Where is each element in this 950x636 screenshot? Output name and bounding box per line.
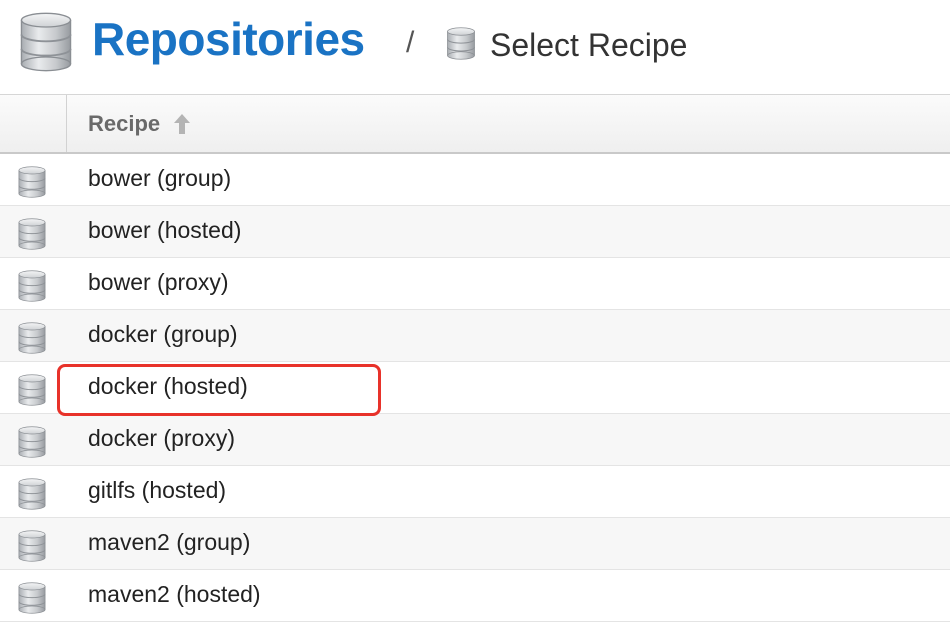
table-row[interactable]: maven2 (hosted) [0, 570, 950, 622]
table-row[interactable]: bower (proxy) [0, 258, 950, 310]
table-header: Recipe [0, 95, 950, 154]
select-recipe-page: Repositories / Select Recipe Recipe bowe… [0, 0, 950, 636]
database-icon [18, 12, 74, 72]
icon-column-header [0, 95, 67, 152]
database-icon [17, 530, 47, 562]
table-row[interactable]: maven2 (group) [0, 518, 950, 570]
recipe-column-label: Recipe [88, 111, 161, 136]
recipe-label: bower (hosted) [88, 217, 242, 243]
recipe-column-header[interactable]: Recipe [67, 95, 950, 152]
recipe-label: docker (hosted) [88, 373, 248, 399]
database-icon [17, 374, 47, 406]
database-icon [17, 322, 47, 354]
database-icon [17, 270, 47, 302]
page-title: Select Recipe [490, 27, 688, 63]
breadcrumb-repositories-link[interactable]: Repositories [92, 12, 365, 66]
recipe-label: gitlfs (hosted) [88, 477, 227, 503]
database-icon [17, 218, 47, 250]
table-row[interactable]: bower (group) [0, 154, 950, 206]
table-row[interactable]: bower (hosted) [0, 206, 950, 258]
recipe-label: docker (group) [88, 321, 238, 347]
database-icon [446, 27, 476, 60]
recipe-label: docker (proxy) [88, 425, 235, 451]
recipe-label: bower (group) [88, 165, 232, 191]
recipe-table: Recipe bower (group) bower (hosted) bowe… [0, 94, 950, 636]
database-icon [17, 582, 47, 614]
database-icon [17, 166, 47, 198]
page-header: Repositories / Select Recipe [0, 0, 950, 94]
arrow-up-icon [174, 114, 190, 134]
table-row[interactable]: docker (group) [0, 310, 950, 362]
database-icon [17, 426, 47, 458]
recipe-label: maven2 (hosted) [88, 581, 261, 607]
breadcrumb-separator: / [406, 26, 415, 59]
table-row[interactable]: docker (proxy) [0, 414, 950, 466]
recipe-label: bower (proxy) [88, 269, 229, 295]
database-icon [17, 478, 47, 510]
table-row[interactable]: docker (hosted) [0, 362, 950, 414]
recipe-label: maven2 (group) [88, 529, 251, 555]
table-row[interactable]: gitlfs (hosted) [0, 466, 950, 518]
